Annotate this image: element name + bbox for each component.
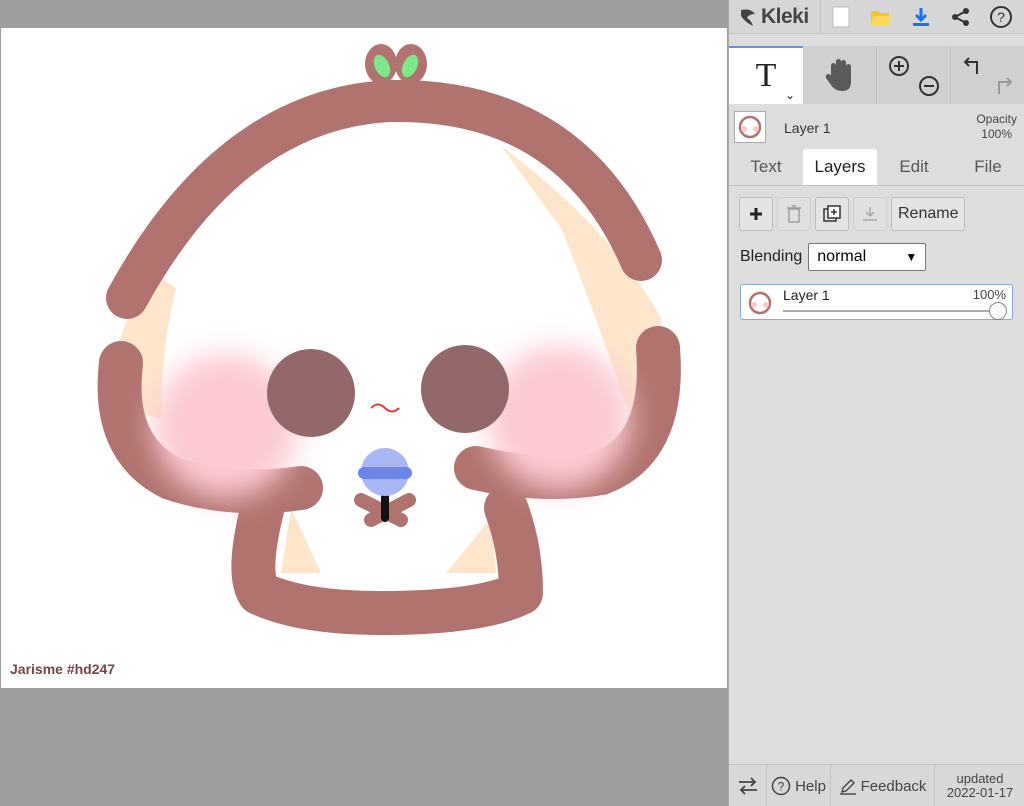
blending-label: Blending [740,248,803,265]
tab-file[interactable]: File [951,149,1024,185]
layer-item-opacity: 100% [972,287,1006,302]
kleki-logo[interactable]: Kleki [729,0,821,34]
text-tool-button[interactable]: T ⌄ [729,46,803,104]
cream-fill-bottom-left [281,508,321,573]
opacity-value: 100% [981,127,1012,141]
layer-toolbar: Rename [739,197,966,233]
add-layer-button[interactable] [739,197,773,231]
redo-icon[interactable] [991,74,1015,98]
help-icon: ? [990,5,1012,28]
layer-opacity-slider-knob[interactable] [989,302,1007,320]
artwork [97,44,681,635]
hand-icon [825,59,851,91]
eye-right [421,345,509,433]
bottom-bar: ? Help Feedback updated 2022-01-17 [729,764,1024,806]
zoom-controls [877,46,951,104]
help-link[interactable]: ? Help [767,765,831,806]
open-folder-icon [871,10,891,25]
top-bar: Kleki ? [729,0,1024,34]
tab-edit[interactable]: Edit [877,149,951,185]
kleki-logo-icon [741,9,755,26]
new-file-button[interactable] [821,0,861,34]
updated-info[interactable]: updated 2022-01-17 [935,765,1024,806]
text-tool-icon: T [755,57,777,94]
tool-row: T ⌄ [729,46,1024,104]
chevron-down-icon: ▼ [905,250,918,264]
app-name: Kleki [761,4,809,28]
blending-select[interactable]: normal ▼ [808,243,927,271]
svg-text:?: ? [778,780,785,794]
tab-text[interactable]: Text [729,149,803,185]
current-layer-info: Layer 1 Opacity 100% [729,107,1024,147]
side-panel: Kleki ? T ⌄ Layer 1 Opacity 100% Text La… [728,0,1024,806]
new-file-icon [832,6,850,27]
tab-layers[interactable]: Layers [803,149,877,185]
rename-layer-button[interactable]: Rename [891,197,966,231]
layer-item-thumbnail [745,288,775,318]
updated-date: 2022-01-17 [946,785,1014,800]
layer-opacity-readout: Opacity 100% [976,112,1017,142]
chevron-down-icon[interactable]: ⌄ [785,88,795,102]
merge-down-icon [863,207,877,221]
save-button[interactable] [901,0,941,34]
drawing-canvas[interactable]: Jarisme #hd247 [1,28,727,688]
help-label: Help [795,777,826,795]
delete-layer-button[interactable] [777,197,811,231]
duplicate-icon [823,205,841,222]
feedback-label: Feedback [860,777,927,795]
undo-icon[interactable] [961,54,985,78]
swap-arrows-icon [738,777,757,795]
hand-tool-button[interactable] [803,46,877,104]
opacity-label: Opacity [976,112,1017,126]
layer-item-name: Layer 1 [783,287,830,303]
share-button[interactable] [941,0,981,34]
help-button[interactable]: ? [981,0,1021,34]
canvas-area[interactable]: Jarisme #hd247 [0,0,728,806]
panel-tabs: Text Layers Edit File [729,149,1024,186]
current-layer-name: Layer 1 [784,120,831,136]
help-circle-icon: ? [771,776,791,796]
open-file-button[interactable] [861,0,901,34]
eye-left [267,349,355,437]
share-icon [952,7,969,26]
download-icon [913,7,929,26]
trash-icon [787,205,801,223]
cream-fill-bottom-right [446,518,496,573]
updated-label: updated [956,771,1004,786]
history-controls [951,46,1024,104]
merge-layer-button[interactable] [853,197,887,231]
zoom-out-icon[interactable] [917,74,941,98]
feedback-link[interactable]: Feedback [831,765,935,806]
duplicate-layer-button[interactable] [815,197,849,231]
blush-right [487,346,631,490]
swap-panel-button[interactable] [729,765,767,806]
layer-list-item[interactable]: Layer 1 100% [740,284,1013,320]
zoom-in-icon[interactable] [887,54,911,78]
svg-text:?: ? [997,9,1005,25]
plus-icon [750,208,762,220]
mic-band [358,467,412,479]
blending-value: normal [817,248,867,265]
mouth [370,403,400,413]
blending-row: Blending normal ▼ [740,243,927,271]
feedback-pen-icon [839,779,856,795]
layer-thumbnail [734,111,766,143]
signature-text: Jarisme #hd247 [10,661,116,677]
layer-opacity-slider[interactable] [783,310,1003,312]
